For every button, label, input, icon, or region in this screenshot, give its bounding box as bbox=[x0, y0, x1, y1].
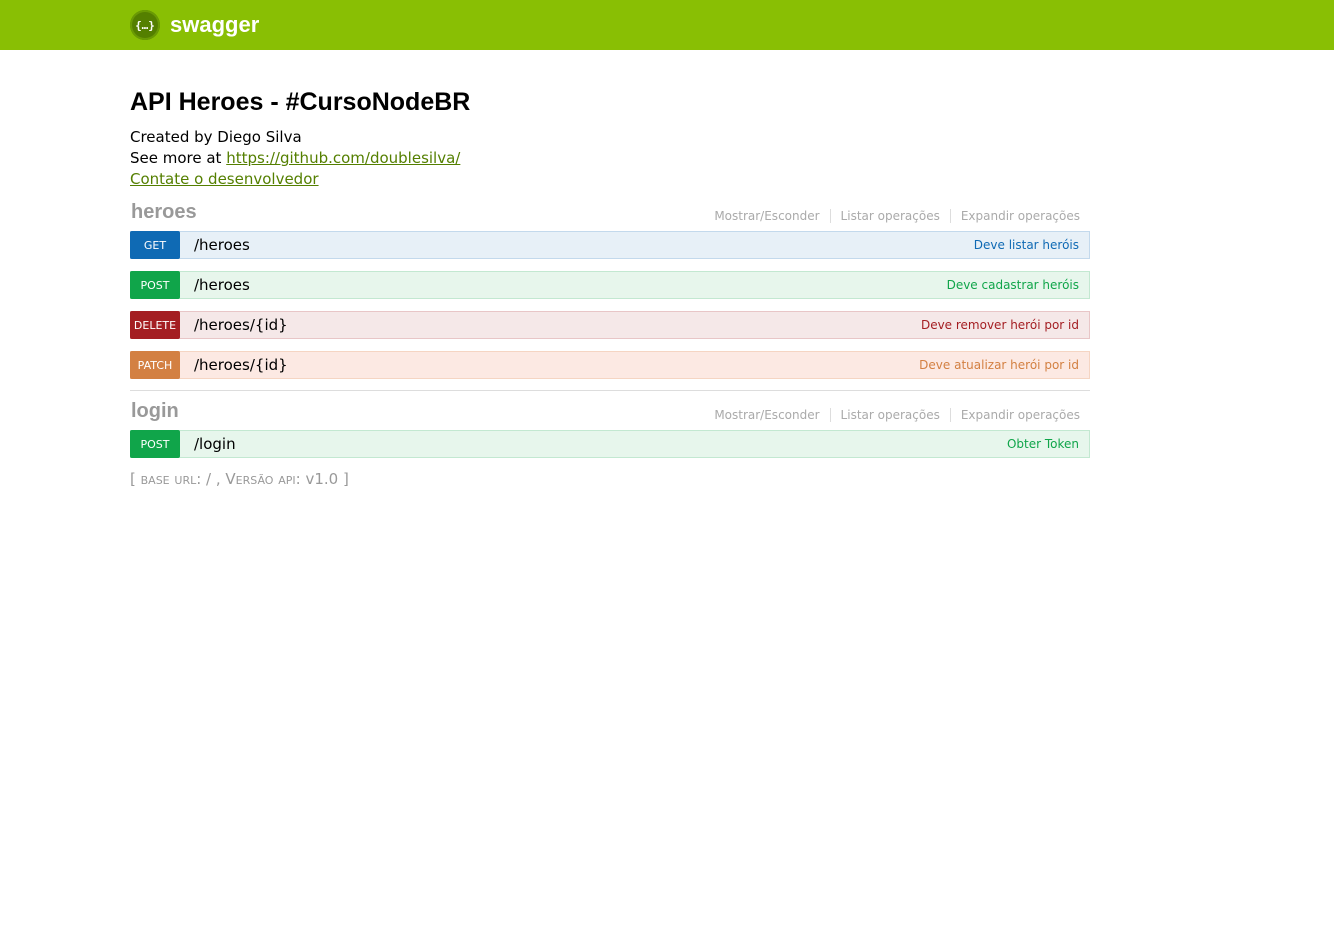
resource-login: login Mostrar/Esconder Listar operações … bbox=[130, 399, 1090, 458]
operation-summary[interactable]: Obter Token bbox=[1007, 437, 1079, 451]
expand-operations-link[interactable]: Expandir operações bbox=[949, 209, 1080, 223]
swagger-logo[interactable]: {…} swagger bbox=[130, 10, 259, 40]
contact-developer-link[interactable]: Contate o desenvolvedor bbox=[130, 170, 319, 188]
operation-path[interactable]: /heroes/{id} bbox=[194, 316, 288, 334]
toggle-operations-link[interactable]: Mostrar/Esconder bbox=[714, 209, 829, 223]
api-info: Created by Diego Silva See more at https… bbox=[130, 127, 1090, 190]
expand-operations-link[interactable]: Expandir operações bbox=[949, 408, 1080, 422]
operation-path[interactable]: /heroes/{id} bbox=[194, 356, 288, 374]
resource-heading: heroes Mostrar/Esconder Listar operações… bbox=[130, 200, 1090, 224]
resource-divider bbox=[130, 390, 1090, 391]
resource-heading: login Mostrar/Esconder Listar operações … bbox=[130, 399, 1090, 423]
toggle-operations-link[interactable]: Mostrar/Esconder bbox=[714, 408, 829, 422]
operation-post-heroes[interactable]: POST /heroes Deve cadastrar heróis bbox=[130, 271, 1090, 299]
http-method-badge[interactable]: PATCH bbox=[130, 351, 180, 379]
operation-path[interactable]: /heroes bbox=[194, 276, 250, 294]
footer-open-bracket: [ bbox=[130, 470, 141, 488]
operation-summary[interactable]: Deve cadastrar heróis bbox=[947, 278, 1079, 292]
http-method-badge[interactable]: POST bbox=[130, 430, 180, 458]
operation-patch-hero[interactable]: PATCH /heroes/{id} Deve atualizar herói … bbox=[130, 351, 1090, 379]
api-version-value: : v1.0 ] bbox=[295, 470, 349, 488]
http-method-badge[interactable]: POST bbox=[130, 271, 180, 299]
logo-text: swagger bbox=[170, 12, 260, 37]
resource-name-login[interactable]: login bbox=[130, 400, 179, 423]
operation-post-login[interactable]: POST /login Obter Token bbox=[130, 430, 1090, 458]
swagger-ui-container: API Heroes - #CursoNodeBR Created by Die… bbox=[130, 50, 1090, 488]
github-link[interactable]: https://github.com/doublesilva/ bbox=[226, 149, 460, 167]
operation-delete-hero[interactable]: DELETE /heroes/{id} Deve remover herói p… bbox=[130, 311, 1090, 339]
resource-heroes: heroes Mostrar/Esconder Listar operações… bbox=[130, 200, 1090, 391]
see-more-prefix: See more at bbox=[130, 149, 227, 167]
see-more-line: See more at https://github.com/doublesil… bbox=[130, 148, 1090, 169]
operation-get-heroes[interactable]: GET /heroes Deve listar heróis bbox=[130, 231, 1090, 259]
http-method-badge[interactable]: GET bbox=[130, 231, 180, 259]
operations-list: GET /heroes Deve listar heróis POST /her… bbox=[130, 231, 1090, 379]
operation-summary[interactable]: Deve remover herói por id bbox=[921, 318, 1079, 332]
operation-path[interactable]: /login bbox=[194, 435, 236, 453]
base-url-label: base url bbox=[140, 470, 197, 488]
resource-name-heroes[interactable]: heroes bbox=[130, 201, 197, 224]
top-bar: {…} swagger bbox=[0, 0, 1334, 50]
resource-options: Mostrar/Esconder Listar operações Expand… bbox=[714, 408, 1090, 423]
created-by: Created by Diego Silva bbox=[130, 128, 302, 146]
operation-summary[interactable]: Deve listar heróis bbox=[974, 238, 1079, 252]
api-footer: [ base url: / , Versão api: v1.0 ] bbox=[130, 470, 1090, 488]
list-operations-link[interactable]: Listar operações bbox=[829, 209, 950, 223]
api-title: API Heroes - #CursoNodeBR bbox=[130, 88, 471, 116]
resource-options: Mostrar/Esconder Listar operações Expand… bbox=[714, 209, 1090, 224]
http-method-badge[interactable]: DELETE bbox=[130, 311, 180, 339]
operation-summary[interactable]: Deve atualizar herói por id bbox=[919, 358, 1079, 372]
api-version-label: Versão api bbox=[225, 470, 296, 488]
swagger-braces-icon: {…} bbox=[130, 10, 160, 40]
base-url-value: : / , bbox=[196, 470, 226, 488]
operation-path[interactable]: /heroes bbox=[194, 236, 250, 254]
list-operations-link[interactable]: Listar operações bbox=[829, 408, 950, 422]
operations-list: POST /login Obter Token bbox=[130, 430, 1090, 458]
